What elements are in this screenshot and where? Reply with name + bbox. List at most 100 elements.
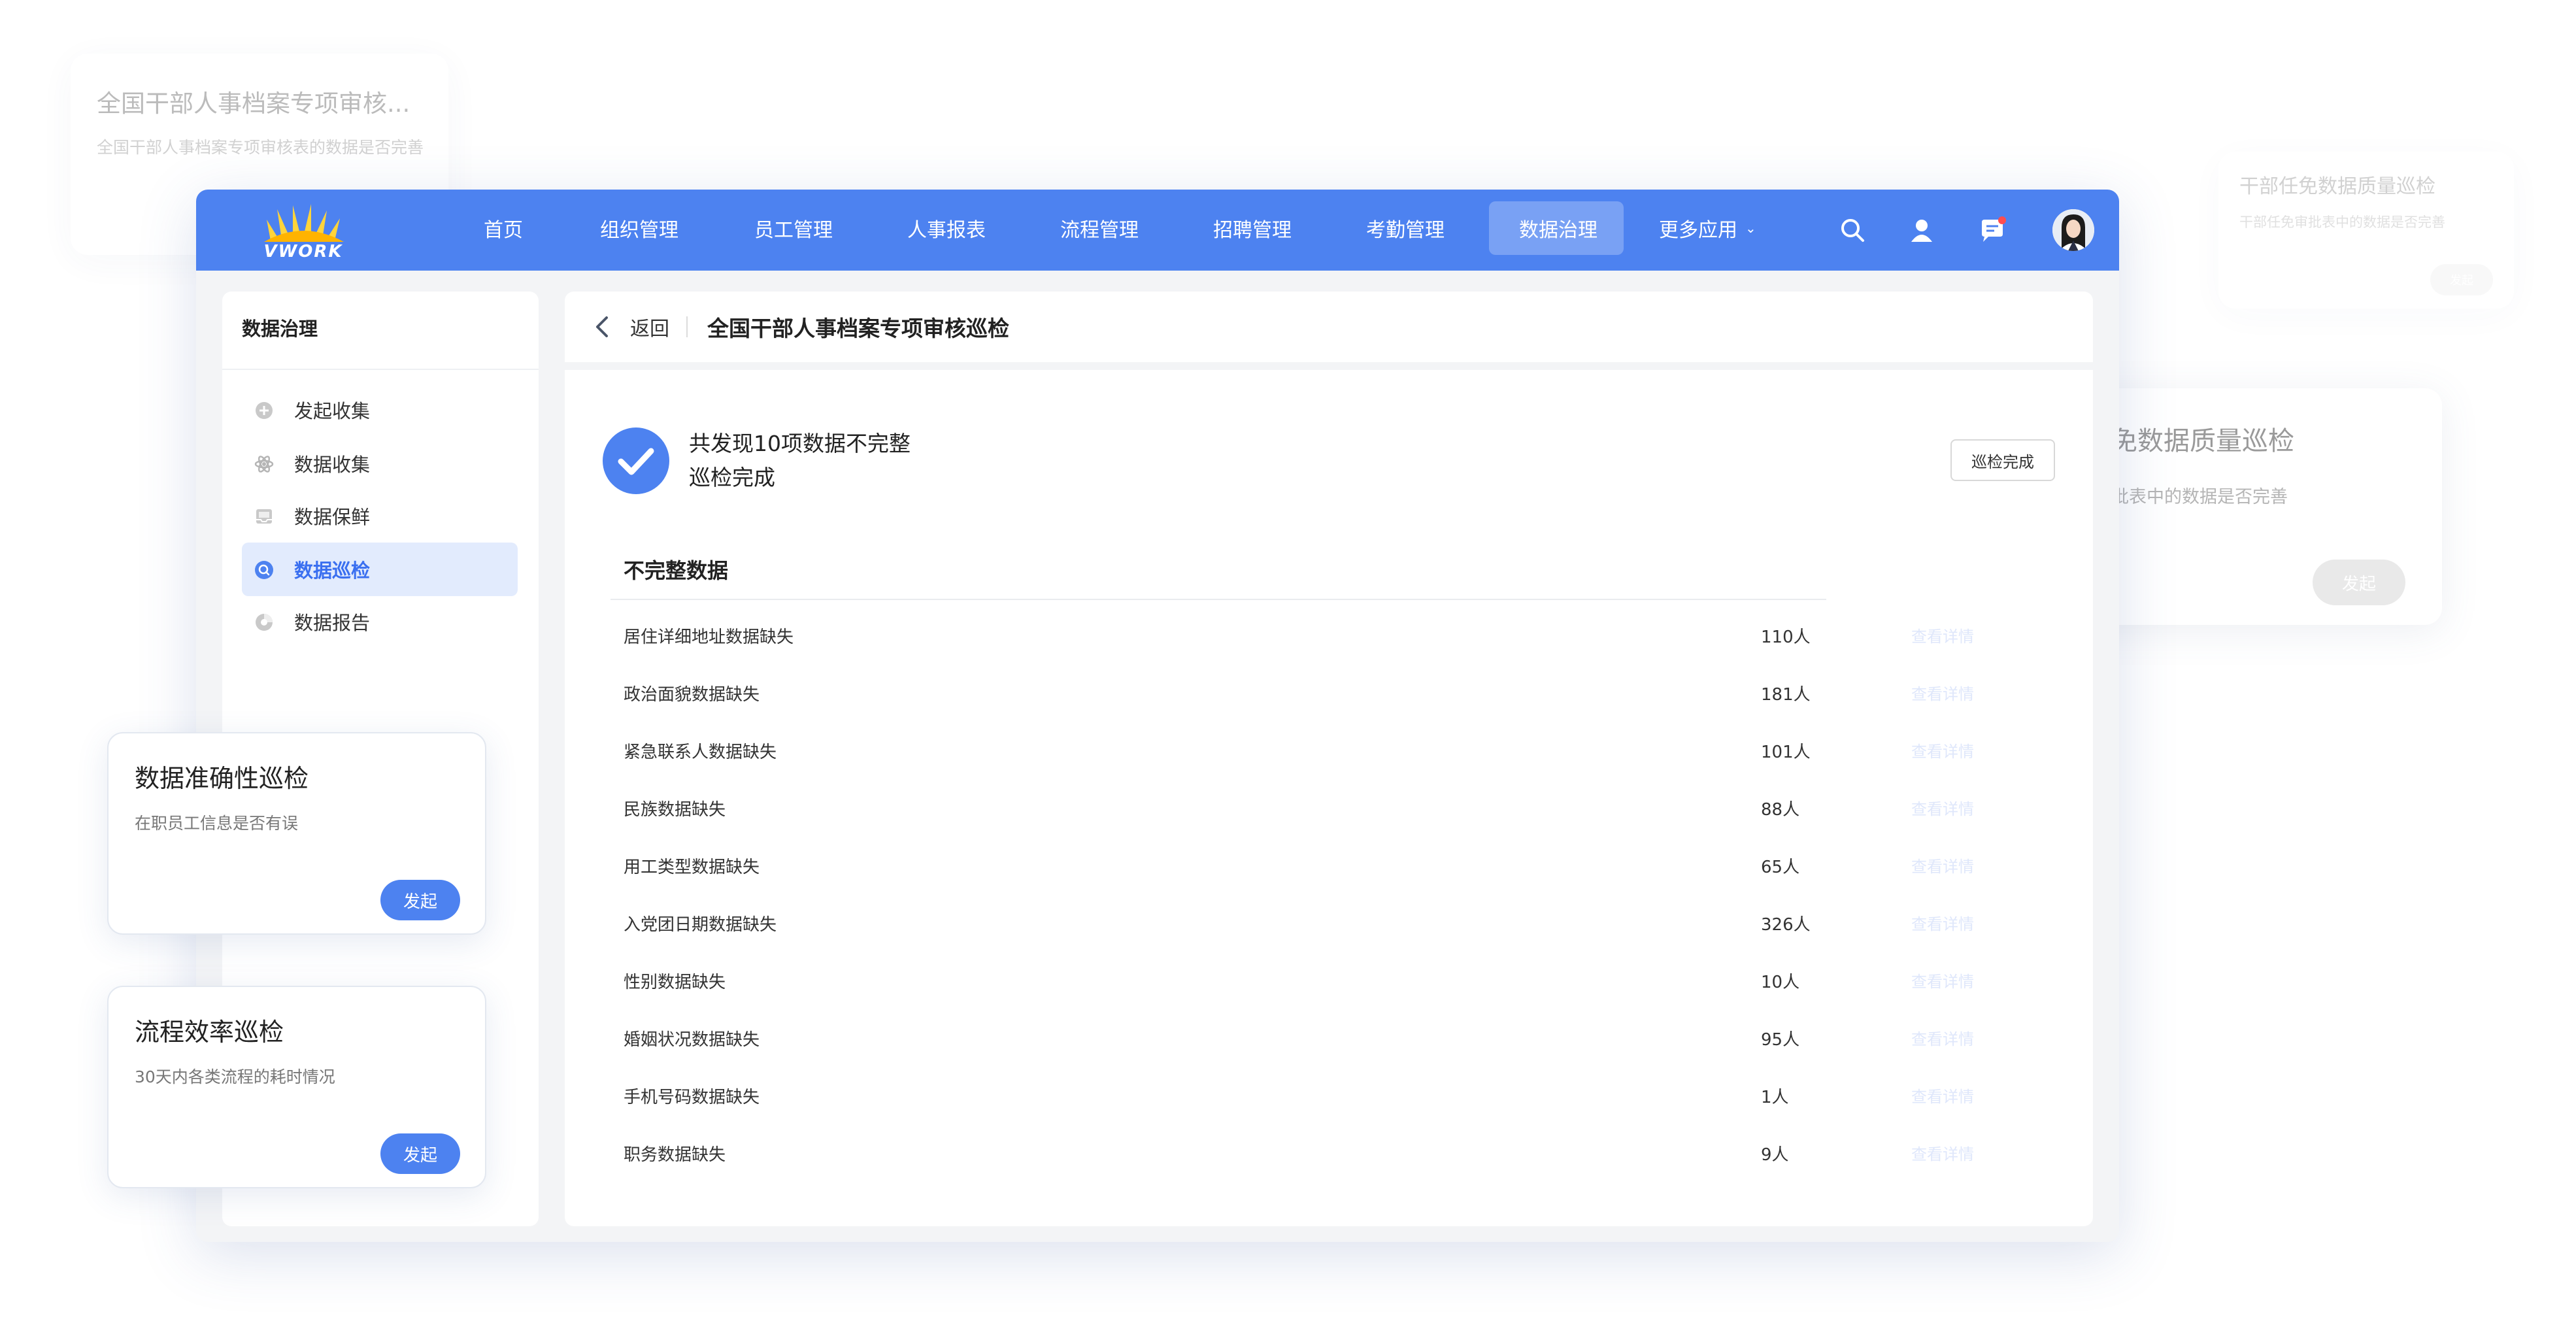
sidebar-item-label: 数据报告 (294, 612, 371, 634)
row-label: 民族数据缺失 (624, 800, 726, 820)
view-details-link[interactable]: 查看详情 (1911, 1141, 1974, 1164)
row-label: 手机号码数据缺失 (624, 1088, 760, 1107)
vwork-logo[interactable]: VWORK (258, 203, 349, 261)
start-inspection-button[interactable]: 发起 (380, 880, 460, 920)
table-row: 紧急联系人数据缺失 101人 查看详情 (565, 722, 2093, 779)
success-check-icon (603, 427, 669, 494)
table-row: 居住详细地址数据缺失 110人 查看详情 (565, 607, 2093, 664)
sidebar-item-data-report[interactable]: 数据报告 (242, 595, 518, 648)
nav-label: 考勤管理 (1366, 219, 1445, 242)
process-efficiency-card: 流程效率巡检 30天内各类流程的耗时情况 发起 (107, 986, 486, 1188)
view-details-link[interactable]: 查看详情 (1911, 854, 1974, 877)
inspection-complete-button[interactable]: 巡检完成 (1950, 439, 2055, 481)
notification-dot (1998, 216, 2006, 224)
avatar[interactable] (2052, 209, 2094, 251)
chevron-down-icon: ⌄ (1745, 220, 1756, 236)
card-title: 数据准确性巡检 (135, 764, 309, 793)
table-row: 性别数据缺失 10人 查看详情 (565, 952, 2093, 1009)
nav-hr-reports[interactable]: 人事报表 (877, 201, 1016, 255)
nav-home[interactable]: 首页 (454, 201, 553, 255)
sidebar-item-data-inspection[interactable]: 数据巡检 (242, 543, 518, 596)
inspect-icon (255, 561, 273, 579)
section-divider (611, 599, 1826, 600)
nav-label: 人事报表 (907, 219, 986, 242)
view-details-link[interactable]: 查看详情 (1911, 624, 1974, 646)
row-label: 用工类型数据缺失 (624, 858, 760, 877)
bg-card-desc: 批表中的数据是否完善 (2111, 487, 2288, 507)
avatar-portrait-icon (2052, 209, 2094, 251)
accuracy-inspection-card: 数据准确性巡检 在职员工信息是否有误 发起 (107, 732, 486, 935)
row-label: 紧急联系人数据缺失 (624, 743, 777, 762)
page-header: 返回 全国干部人事档案专项审核巡检 (565, 292, 2093, 362)
search-icon[interactable] (1838, 216, 1867, 244)
nav-label: 流程管理 (1060, 219, 1139, 242)
summary-status: 巡检完成 (689, 465, 775, 490)
bg-card-desc: 干部任免审批表中的数据是否完善 (2239, 214, 2445, 230)
chevron-left-icon[interactable] (592, 315, 612, 339)
table-row: 手机号码数据缺失 1人 查看详情 (565, 1067, 2093, 1124)
nav-label: 数据治理 (1519, 219, 1597, 242)
nav-more-apps[interactable]: 更多应用 ⌄ (1629, 201, 1786, 255)
sidebar-item-label: 发起收集 (294, 400, 371, 422)
sidebar-item-label: 数据收集 (294, 454, 371, 476)
back-button[interactable]: 返回 (630, 312, 669, 341)
nav-org-management[interactable]: 组织管理 (570, 201, 709, 255)
bg-card-title: 全国干部人事档案专项审核... (97, 90, 410, 118)
start-inspection-button[interactable]: 发起 (380, 1133, 460, 1174)
sidebar-title: 数据治理 (242, 318, 318, 340)
row-count: 326人 (1761, 915, 1811, 935)
table-row: 用工类型数据缺失 65人 查看详情 (565, 837, 2093, 894)
card-desc: 在职员工信息是否有误 (135, 814, 299, 833)
card-title: 流程效率巡检 (135, 1018, 284, 1047)
row-label: 政治面貌数据缺失 (624, 685, 760, 705)
nav-process-management[interactable]: 流程管理 (1030, 201, 1169, 255)
inbox-icon (256, 509, 272, 524)
inspection-result-panel: 共发现10项数据不完整 巡检完成 巡检完成 不完整数据 居住详细地址数据缺失 1… (565, 370, 2093, 1226)
nav-label: 组织管理 (600, 219, 678, 242)
table-row: 民族数据缺失 88人 查看详情 (565, 779, 2093, 837)
user-icon[interactable] (1907, 216, 1936, 244)
table-row: 政治面貌数据缺失 181人 查看详情 (565, 664, 2093, 722)
sidebar-item-data-freshness[interactable]: 数据保鲜 (242, 489, 518, 543)
table-row: 职务数据缺失 9人 查看详情 (565, 1124, 2093, 1182)
bg-card-desc: 全国干部人事档案专项审核表的数据是否完善 (97, 138, 424, 157)
row-count: 1人 (1761, 1088, 1789, 1107)
sidebar-item-data-collection[interactable]: 数据收集 (242, 437, 518, 490)
table-row: 婚姻状况数据缺失 95人 查看详情 (565, 1009, 2093, 1067)
nav-attendance-management[interactable]: 考勤管理 (1336, 201, 1475, 255)
row-count: 9人 (1761, 1145, 1789, 1165)
row-label: 性别数据缺失 (624, 973, 726, 992)
row-count: 110人 (1761, 628, 1811, 647)
row-count: 65人 (1761, 858, 1800, 877)
bg-card-start-button: 发起 (2313, 560, 2405, 605)
nav-employee-management[interactable]: 员工管理 (724, 201, 863, 255)
row-label: 入党团日期数据缺失 (624, 915, 777, 935)
view-details-link[interactable]: 查看详情 (1911, 739, 1974, 762)
sidebar-item-label: 数据巡检 (294, 560, 371, 582)
summary-found-count: 共发现10项数据不完整 (689, 431, 911, 456)
view-details-link[interactable]: 查看详情 (1911, 1026, 1974, 1049)
nav-label: 招聘管理 (1213, 219, 1292, 242)
header-divider (686, 316, 688, 337)
row-count: 181人 (1761, 685, 1811, 705)
page-title: 全国干部人事档案专项审核巡检 (707, 316, 1009, 341)
bg-card-title: 干部任免数据质量巡检 (2239, 175, 2435, 198)
sidebar-item-label: 数据保鲜 (294, 506, 371, 528)
logo-text: VWORK (263, 242, 343, 261)
row-count: 95人 (1761, 1030, 1800, 1050)
nav-label: 员工管理 (754, 219, 833, 242)
message-icon[interactable] (1978, 216, 2007, 244)
view-details-link[interactable]: 查看详情 (1911, 681, 1974, 704)
row-label: 婚姻状况数据缺失 (624, 1030, 760, 1050)
view-details-link[interactable]: 查看详情 (1911, 796, 1974, 819)
nav-data-governance[interactable]: 数据治理 (1489, 201, 1624, 255)
view-details-link[interactable]: 查看详情 (1911, 1084, 1974, 1107)
view-details-link[interactable]: 查看详情 (1911, 969, 1974, 992)
nav-recruitment-management[interactable]: 招聘管理 (1183, 201, 1322, 255)
card-desc: 30天内各类流程的耗时情况 (135, 1067, 335, 1086)
bg-card-appointment-quality: 干部任免数据质量巡检 干部任免审批表中的数据是否完善 发起 (2218, 152, 2514, 309)
sidebar-item-start-collection[interactable]: 发起收集 (242, 383, 518, 437)
row-count: 88人 (1761, 800, 1800, 820)
view-details-link[interactable]: 查看详情 (1911, 911, 1974, 934)
row-label: 职务数据缺失 (624, 1145, 726, 1165)
